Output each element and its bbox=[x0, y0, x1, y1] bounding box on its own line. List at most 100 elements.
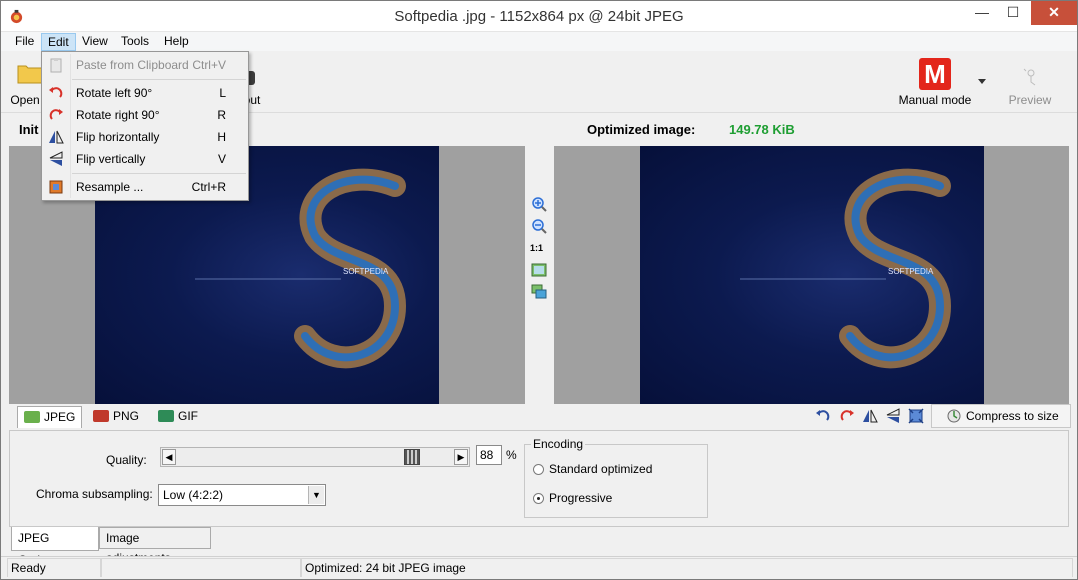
softpedia-s-artwork-optimized: SOFTPEDIA bbox=[740, 168, 952, 369]
slider-left-arrow[interactable]: ◀ bbox=[162, 449, 176, 465]
chevron-down-icon: ▼ bbox=[308, 486, 324, 504]
chroma-value: Low (4:2:2) bbox=[163, 488, 224, 502]
rotate-right-icon[interactable] bbox=[839, 408, 855, 424]
status-middle bbox=[101, 558, 301, 577]
jpeg-format-icon bbox=[24, 411, 40, 423]
rotate-left-label: Rotate left 90° bbox=[76, 86, 153, 100]
preview-button[interactable]: Preview bbox=[1005, 53, 1055, 109]
progressive-radio[interactable]: Progressive bbox=[533, 491, 693, 507]
menu-separator bbox=[72, 173, 246, 174]
resample-icon[interactable] bbox=[908, 408, 924, 424]
menu-paste-clipboard[interactable]: Paste from Clipboard Ctrl+V bbox=[44, 54, 246, 76]
menu-file[interactable]: File bbox=[9, 33, 40, 51]
resample-shortcut: Ctrl+R bbox=[191, 180, 226, 194]
app-window: Softpedia .jpg - 1152x864 px @ 24bit JPE… bbox=[0, 0, 1078, 580]
resample-icon bbox=[49, 180, 63, 194]
progressive-label: Progressive bbox=[549, 491, 613, 505]
image-caption-optimized: SOFTPEDIA bbox=[888, 267, 934, 276]
view-tools-strip: 1:1 bbox=[525, 146, 554, 404]
split-view-icon[interactable] bbox=[531, 284, 547, 300]
menu-separator bbox=[72, 79, 246, 80]
standard-optimized-label: Standard optimized bbox=[549, 462, 653, 476]
initial-image-label: Init bbox=[19, 122, 39, 137]
flip-horizontal-shortcut: H bbox=[217, 130, 226, 144]
radio-dot-selected bbox=[533, 493, 544, 504]
edit-menu-dropdown: Paste from Clipboard Ctrl+V Rotate left … bbox=[41, 51, 249, 201]
quality-value-input[interactable]: 88 bbox=[476, 445, 502, 465]
image-caption: SOFTPEDIA bbox=[343, 267, 389, 276]
compress-label: Compress to size bbox=[966, 409, 1059, 423]
flip-horizontal-icon bbox=[49, 130, 64, 144]
quality-label: Quality: bbox=[106, 453, 147, 467]
rotate-left-shortcut: L bbox=[219, 86, 226, 100]
encoding-title: Encoding bbox=[531, 437, 586, 451]
flip-horizontal-icon[interactable] bbox=[862, 408, 878, 424]
tab-gif-label: GIF bbox=[178, 409, 198, 423]
menu-tools[interactable]: Tools bbox=[115, 33, 155, 51]
tab-jpeg-options[interactable]: JPEG Options bbox=[11, 527, 99, 567]
menu-resample[interactable]: Resample ... Ctrl+R bbox=[44, 176, 246, 198]
preview-icon bbox=[1023, 68, 1036, 86]
fit-to-window-icon[interactable] bbox=[531, 262, 547, 278]
tab-gif[interactable]: GIF bbox=[152, 406, 204, 428]
folder-icon bbox=[17, 65, 43, 84]
preview-label: Preview bbox=[1008, 93, 1052, 107]
manual-mode-icon: M bbox=[919, 58, 951, 90]
quality-slider[interactable]: ◀ ▶ bbox=[160, 447, 470, 467]
close-button[interactable]: ✕ bbox=[1031, 1, 1077, 25]
rotate-right-shortcut: R bbox=[217, 108, 226, 122]
menu-edit[interactable]: Edit bbox=[41, 33, 76, 51]
tab-png-label: PNG bbox=[113, 409, 140, 423]
flip-vertical-icon bbox=[49, 151, 63, 166]
zoom-in-icon[interactable] bbox=[531, 196, 547, 212]
menu-rotate-right[interactable]: Rotate right 90° R bbox=[44, 104, 246, 126]
optimized-image-pane[interactable]: SOFTPEDIA bbox=[554, 146, 1069, 404]
menu-flip-horizontal[interactable]: Flip horizontally H bbox=[44, 126, 246, 148]
tab-jpeg[interactable]: JPEG bbox=[17, 406, 83, 428]
flip-vertical-shortcut: V bbox=[217, 152, 226, 166]
chroma-label: Chroma subsampling: bbox=[36, 487, 153, 501]
compress-icon bbox=[947, 409, 961, 423]
tab-png[interactable]: PNG bbox=[87, 406, 145, 428]
rotate-left-icon bbox=[49, 87, 63, 98]
open-label: Open bbox=[10, 93, 40, 107]
status-image-info: Optimized: 24 bit JPEG image bbox=[301, 558, 1073, 577]
rotate-right-icon bbox=[49, 109, 63, 120]
menu-rotate-left[interactable]: Rotate left 90° L bbox=[44, 82, 246, 104]
tab-image-adjustments[interactable]: Image adjustments bbox=[99, 527, 211, 565]
mode-dropdown-button[interactable] bbox=[975, 53, 989, 109]
menu-help[interactable]: Help bbox=[158, 33, 195, 51]
minimize-button[interactable]: — bbox=[967, 1, 997, 25]
gif-format-icon bbox=[158, 410, 174, 422]
resample-label: Resample ... bbox=[76, 180, 144, 194]
actual-size-button[interactable]: 1:1 bbox=[530, 243, 543, 253]
paste-label: Paste from Clipboard bbox=[76, 58, 189, 72]
menu-bar: File Edit View Tools Help bbox=[1, 32, 1077, 51]
zoom-out-icon[interactable] bbox=[531, 218, 547, 234]
slider-right-arrow[interactable]: ▶ bbox=[454, 449, 468, 465]
slider-thumb[interactable] bbox=[404, 449, 420, 465]
standard-optimized-radio[interactable]: Standard optimized bbox=[533, 462, 693, 478]
status-bar: Ready Optimized: 24 bit JPEG image bbox=[1, 556, 1077, 579]
open-button[interactable]: Open bbox=[5, 53, 45, 109]
flip-horizontal-label: Flip horizontally bbox=[76, 130, 160, 144]
manual-mode-label: Manual mode bbox=[898, 93, 972, 107]
tab-jpeg-label: JPEG bbox=[44, 410, 76, 424]
menu-view[interactable]: View bbox=[76, 33, 114, 51]
chevron-down-icon bbox=[978, 79, 986, 84]
png-format-icon bbox=[93, 410, 109, 422]
menu-flip-vertical[interactable]: Flip vertically V bbox=[44, 148, 246, 170]
rotate-right-label: Rotate right 90° bbox=[76, 108, 160, 122]
optimized-size-value: 149.78 KiB bbox=[729, 122, 795, 137]
maximize-button[interactable]: ☐ bbox=[998, 1, 1028, 25]
rotate-left-icon[interactable] bbox=[815, 408, 831, 424]
quality-unit: % bbox=[506, 448, 517, 462]
paste-shortcut: Ctrl+V bbox=[192, 58, 226, 72]
flip-vertical-icon[interactable] bbox=[885, 408, 901, 424]
compress-to-size-button[interactable]: Compress to size bbox=[931, 404, 1071, 428]
optimized-image: SOFTPEDIA bbox=[640, 146, 984, 404]
chroma-select[interactable]: Low (4:2:2) ▼ bbox=[158, 484, 326, 506]
manual-mode-button[interactable]: M Manual mode bbox=[897, 53, 973, 109]
flip-vertical-label: Flip vertically bbox=[76, 152, 146, 166]
optimized-image-label: Optimized image: bbox=[587, 122, 696, 137]
